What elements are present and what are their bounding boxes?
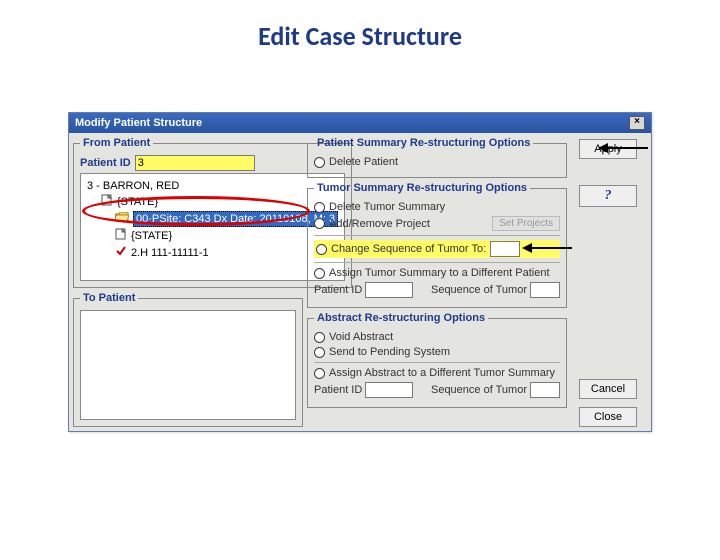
patient-tree[interactable]: 3 - BARRON, RED {STATE} 00·PSite: C343 D… xyxy=(80,173,345,281)
page-title: Edit Case Structure xyxy=(0,20,720,52)
tumor-patient-id-input[interactable] xyxy=(365,282,413,298)
abs-patient-id-label: Patient ID xyxy=(314,384,362,396)
from-patient-legend: From Patient xyxy=(80,137,153,149)
modify-patient-dialog: Modify Patient Structure × From Patient … xyxy=(68,112,652,432)
tree-root[interactable]: 3 - BARRON, RED xyxy=(87,179,338,193)
tumor-options-legend: Tumor Summary Re-structuring Options xyxy=(314,182,530,194)
tree-abstract-label: 2.H 111-11111-1 xyxy=(131,246,209,260)
tumor-seq-input[interactable] xyxy=(530,282,560,298)
patient-options-legend: Patient Summary Re-structuring Options xyxy=(314,137,533,149)
assign-abstract-label: Assign Abstract to a Different Tumor Sum… xyxy=(329,367,555,379)
to-patient-box[interactable] xyxy=(80,310,296,420)
patient-id-input[interactable] xyxy=(135,155,255,171)
tumor-options-group: Tumor Summary Re-structuring Options Del… xyxy=(307,182,567,308)
void-abstract-radio[interactable] xyxy=(314,332,325,343)
divider xyxy=(314,235,560,236)
abs-seq-input[interactable] xyxy=(530,382,560,398)
add-remove-project-label: Add/Remove Project xyxy=(329,218,430,230)
change-sequence-radio[interactable] xyxy=(316,244,327,255)
set-projects-button: Set Projects xyxy=(492,216,560,231)
change-sequence-label: Change Sequence of Tumor To: xyxy=(331,243,486,255)
cancel-button[interactable]: Cancel xyxy=(579,379,637,399)
tree-state1[interactable]: {STATE} xyxy=(101,194,338,210)
folder-open-icon xyxy=(115,212,129,227)
tumor-seq-label: Sequence of Tumor xyxy=(431,284,527,296)
patient-id-label: Patient ID xyxy=(80,157,131,169)
abs-patient-id-input[interactable] xyxy=(365,382,413,398)
abstract-options-group: Abstract Re-structuring Options Void Abs… xyxy=(307,312,567,408)
tree-abstract[interactable]: 2.H 111-11111-1 xyxy=(115,245,338,261)
page-icon xyxy=(115,228,127,244)
tree-state2-label: {STATE} xyxy=(131,229,172,243)
tree-root-label: 3 - BARRON, RED xyxy=(87,179,179,193)
change-sequence-input[interactable] xyxy=(490,241,520,257)
add-remove-project-radio[interactable] xyxy=(314,218,325,229)
check-icon xyxy=(115,245,127,261)
abstract-options-legend: Abstract Re-structuring Options xyxy=(314,312,488,324)
tree-state2[interactable]: {STATE} xyxy=(115,228,338,244)
assign-abstract-radio[interactable] xyxy=(314,368,325,379)
apply-button[interactable]: Apply xyxy=(579,139,637,159)
tree-state1-label: {STATE} xyxy=(117,195,158,209)
delete-tumor-radio[interactable] xyxy=(314,202,325,213)
tree-tumor[interactable]: 00·PSite: C343 Dx Date: 20110108, M: 3 xyxy=(115,211,338,227)
delete-patient-radio[interactable] xyxy=(314,157,325,168)
send-pending-radio[interactable] xyxy=(314,347,325,358)
help-button[interactable]: ? xyxy=(579,185,637,207)
divider xyxy=(314,362,560,363)
assign-tumor-label: Assign Tumor Summary to a Different Pati… xyxy=(329,267,550,279)
close-dialog-button[interactable]: Close xyxy=(579,407,637,427)
divider xyxy=(314,262,560,263)
page-icon xyxy=(101,194,113,210)
assign-tumor-radio[interactable] xyxy=(314,268,325,279)
close-icon[interactable]: × xyxy=(629,116,645,130)
dialog-title: Modify Patient Structure xyxy=(75,117,202,129)
tumor-patient-id-label: Patient ID xyxy=(314,284,362,296)
void-abstract-label: Void Abstract xyxy=(329,331,393,343)
abs-seq-label: Sequence of Tumor xyxy=(431,384,527,396)
to-patient-group: To Patient xyxy=(73,292,303,427)
delete-patient-label: Delete Patient xyxy=(329,156,398,168)
titlebar: Modify Patient Structure × xyxy=(69,113,651,133)
to-patient-legend: To Patient xyxy=(80,292,138,304)
delete-tumor-label: Delete Tumor Summary xyxy=(329,201,445,213)
patient-options-group: Patient Summary Re-structuring Options D… xyxy=(307,137,567,178)
send-pending-label: Send to Pending System xyxy=(329,346,450,358)
